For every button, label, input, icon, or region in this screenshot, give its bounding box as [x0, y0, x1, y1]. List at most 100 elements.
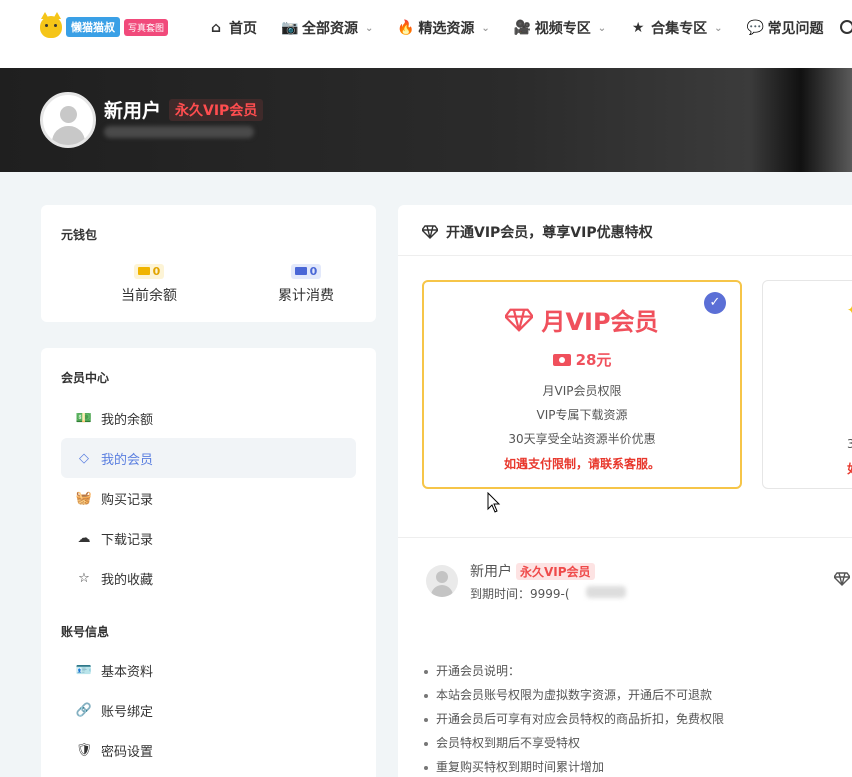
nav-item-2[interactable]: 🔥 精选资源 ⌄ — [397, 18, 489, 38]
mouse-cursor-icon — [487, 492, 501, 513]
vip-notes: 开通会员说明： 本站会员账号权限为虚拟数字资源，开通后不可退款 开通会员后可享有… — [422, 659, 724, 777]
spent-stat: 0 累计消费 — [236, 260, 376, 305]
blurred-email — [104, 126, 254, 138]
check-icon: ✓ — [704, 292, 726, 314]
wallet-card: 元钱包 0 当前余额 0 累计消费 — [41, 205, 376, 322]
chevron-down-icon: ⌄ — [597, 22, 607, 34]
user-bind-icon: 🔗 — [75, 702, 93, 718]
nav-item-4[interactable]: ★ 合集专区 ⌄ — [630, 18, 723, 38]
cat-logo-icon — [40, 12, 62, 38]
plan-card-monthly[interactable]: ✓ 月VIP会员 28元 月VIP会员权限 VIP专属下载资源 30天享受全站资… — [422, 280, 742, 489]
top-navbar: 懒猫猫叔 写真套图 ⌂ 首页 📷 全部资源 ⌄ 🔥 精选资源 ⌄ 🎥 视频专区 ⌄ ★ 合集专区 ⌄ 💬 常见… — [0, 0, 852, 68]
sidebar-item-account-0[interactable]: 🪪 基本资料 — [61, 650, 356, 690]
plan-title: 月VIP会员 — [424, 302, 740, 337]
vip-badge: 永久VIP会员 — [516, 562, 595, 580]
star-icon: ✦ — [847, 303, 852, 317]
sidebar-item-member-0[interactable]: 💵 我的余额 — [61, 398, 356, 438]
plan-card-next[interactable]: ✦ 3 如 — [762, 280, 852, 489]
vip-panel-heading: 开通VIP会员，尊享VIP优惠特权 — [422, 222, 653, 242]
sidebar-item-label: 我的收藏 — [101, 572, 154, 588]
member-center-title: 会员中心 — [61, 371, 110, 385]
wallet-title: 元钱包 — [61, 228, 98, 242]
nav-item-3[interactable]: 🎥 视频专区 ⌄ — [514, 18, 606, 38]
user-circle-icon[interactable] — [840, 20, 852, 34]
sidebar-item-label: 我的会员 — [101, 452, 154, 468]
home-icon: ⌂ — [210, 20, 222, 36]
divider — [398, 255, 852, 256]
account-title: 账号信息 — [61, 625, 110, 639]
money-icon — [137, 267, 150, 275]
sidebar-item-label: 基本资料 — [101, 664, 154, 680]
money-icon — [552, 353, 571, 366]
vip-panel: 开通VIP会员，尊享VIP优惠特权 ✓ 月VIP会员 28元 月VIP会员权限 … — [398, 205, 852, 777]
camera-icon: 📷 — [281, 20, 299, 36]
fire-icon: 🔥 — [397, 20, 415, 36]
star-icon: ★ — [631, 20, 645, 36]
nav-item-label: 精选资源 — [418, 21, 475, 37]
blurred-date — [586, 586, 626, 598]
member-expiry: 到期时间：9999-( — [470, 587, 570, 601]
nav-item-label: 视频专区 — [534, 21, 591, 37]
nav-item-label: 首页 — [229, 21, 257, 37]
money-icon — [294, 267, 307, 275]
logo-text: 懒猫猫叔 — [66, 17, 120, 37]
shield-icon: 🛡 — [75, 742, 93, 758]
divider — [398, 537, 852, 538]
balance-stat: 0 当前余额 — [79, 260, 219, 305]
plan-warning: 如 — [847, 460, 852, 477]
note-item: 开通会员后可享有对应会员特权的商品折扣，免费权限 — [422, 707, 724, 731]
plan-warning: 如遇支付限制，请联系客服。 — [503, 457, 660, 471]
member-name: 新用户 永久VIP会员 — [470, 561, 595, 581]
sidebar-item-label: 我的余额 — [101, 412, 154, 428]
sidebar-item-member-2[interactable]: 🧺 购买记录 — [61, 478, 356, 518]
note-item: 重复购买特权到期时间累计增加 — [422, 755, 724, 777]
profile-name: 新用户 永久VIP会员 — [104, 96, 264, 123]
sidebar-item-member-3[interactable]: ☁ 下载记录 — [61, 518, 356, 558]
plan-price: 28元 — [424, 349, 740, 370]
vip-badge: 永久VIP会员 — [169, 98, 264, 121]
sidebar-item-account-1[interactable]: 🔗 账号绑定 — [61, 690, 356, 730]
star-outline-icon: ☆ — [78, 570, 90, 586]
sidebar-item-member-1[interactable]: ◇ 我的会员 — [61, 438, 356, 478]
money-icon: 💵 — [75, 410, 93, 426]
chevron-down-icon: ⌄ — [481, 22, 490, 34]
sidebar-item-label: 账号绑定 — [101, 704, 154, 720]
balance-label: 当前余额 — [121, 288, 177, 304]
plan-feature: 30天享受全站资源半价优惠 — [508, 432, 656, 446]
nav-item-1[interactable]: 📷 全部资源 ⌄ — [281, 18, 373, 38]
cloud-download-icon: ☁ — [77, 530, 91, 546]
profile-username: 新用户 — [104, 100, 162, 122]
nav-item-label: 合集专区 — [651, 21, 708, 37]
id-card-icon: 🪪 — [75, 662, 93, 678]
main-nav: ⌂ 首页 📷 全部资源 ⌄ 🔥 精选资源 ⌄ 🎥 视频专区 ⌄ ★ 合集专区 ⌄ 💬 常见问题 — [208, 18, 848, 38]
diamond-icon: ◇ — [79, 450, 89, 466]
diamond-icon — [505, 308, 534, 332]
logo-tag: 写真套图 — [124, 18, 169, 36]
nav-item-0[interactable]: ⌂ 首页 — [208, 18, 257, 38]
note-item: 开通会员说明： — [422, 659, 724, 683]
chevron-down-icon: ⌄ — [714, 22, 723, 34]
plan-feature: 月VIP会员权限 — [542, 384, 622, 398]
diamond-icon — [422, 225, 438, 239]
basket-icon: 🧺 — [75, 490, 93, 506]
nav-item-label: 全部资源 — [302, 21, 358, 37]
avatar — [426, 565, 458, 597]
nav-item-5[interactable]: 💬 常见问题 — [747, 18, 824, 38]
avatar[interactable] — [40, 92, 96, 148]
note-item: 会员特权到期后不享受特权 — [422, 731, 724, 755]
note-item: 本站会员账号权限为虚拟数字资源，开通后不可退款 — [422, 683, 724, 707]
sidebar-item-member-4[interactable]: ☆ 我的收藏 — [61, 558, 356, 598]
chevron-down-icon: ⌄ — [365, 22, 374, 34]
sidebar-menu: 会员中心 💵 我的余额 ◇ 我的会员 🧺 购买记录 ☁ 下载记录 ☆ 我的收藏 账号信息 🪪 基本资… — [41, 348, 376, 777]
comments-icon: 💬 — [746, 20, 764, 36]
spent-label: 累计消费 — [278, 288, 334, 304]
video-icon: 🎥 — [513, 20, 532, 36]
site-logo[interactable]: 懒猫猫叔 写真套图 — [40, 12, 169, 38]
sidebar-item-label: 密码设置 — [101, 744, 154, 760]
sidebar-item-account-2[interactable]: 🛡 密码设置 — [61, 730, 356, 770]
plan-feature: 3 — [847, 437, 852, 451]
plan-feature: VIP专属下载资源 — [536, 408, 628, 422]
sidebar-item-label: 下载记录 — [101, 532, 154, 548]
diamond-icon — [833, 572, 851, 590]
profile-banner: 新用户 永久VIP会员 — [0, 68, 852, 172]
